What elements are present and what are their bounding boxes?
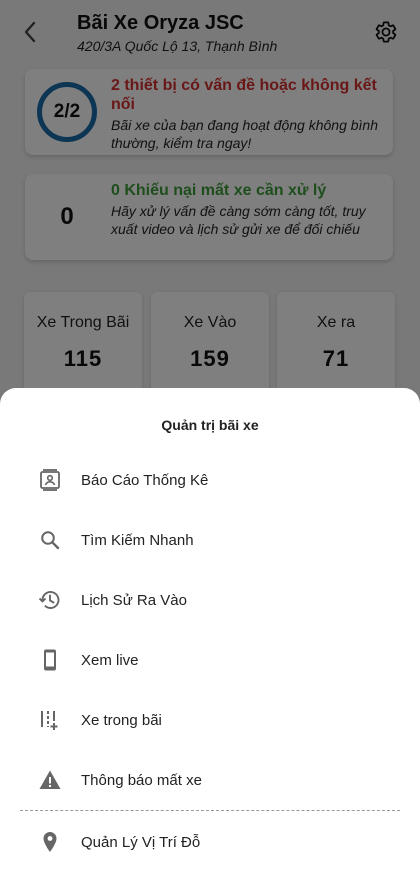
menu-item-vehicles-in-lot[interactable]: Xe trong bãi [0, 692, 420, 748]
history-icon [38, 588, 62, 612]
phone-icon [38, 648, 62, 672]
menu-item-statistics-report[interactable]: Báo Cáo Thống Kê [0, 452, 420, 508]
menu-item-lost-vehicle-report[interactable]: Thông báo mất xe [0, 752, 420, 808]
menu-item-live-view[interactable]: Xem live [0, 632, 420, 688]
search-icon [38, 528, 62, 552]
menu-item-label: Quản Lý Vị Trí Đỗ [81, 833, 201, 851]
menu-item-label: Xe trong bãi [81, 711, 162, 729]
menu-item-parking-position-management[interactable]: Quản Lý Vị Trí Đỗ [0, 814, 420, 870]
location-pin-icon [38, 830, 62, 854]
menu-item-label: Xem live [81, 651, 139, 669]
warning-icon [38, 768, 62, 792]
menu-item-label: Lịch Sử Ra Vào [81, 591, 187, 609]
menu-item-quick-search[interactable]: Tìm Kiếm Nhanh [0, 512, 420, 568]
parking-slots-icon [38, 708, 62, 732]
parking-admin-bottom-sheet: Quản trị bãi xe Báo Cáo Thống Kê Tìm Kiế… [0, 388, 420, 875]
menu-item-label: Báo Cáo Thống Kê [81, 471, 209, 489]
report-icon [38, 468, 62, 492]
menu-item-label: Thông báo mất xe [81, 771, 202, 789]
menu-divider [20, 810, 400, 811]
sheet-title: Quản trị bãi xe [161, 417, 259, 433]
menu-item-label: Tìm Kiếm Nhanh [81, 531, 194, 549]
menu-item-entry-history[interactable]: Lịch Sử Ra Vào [0, 572, 420, 628]
